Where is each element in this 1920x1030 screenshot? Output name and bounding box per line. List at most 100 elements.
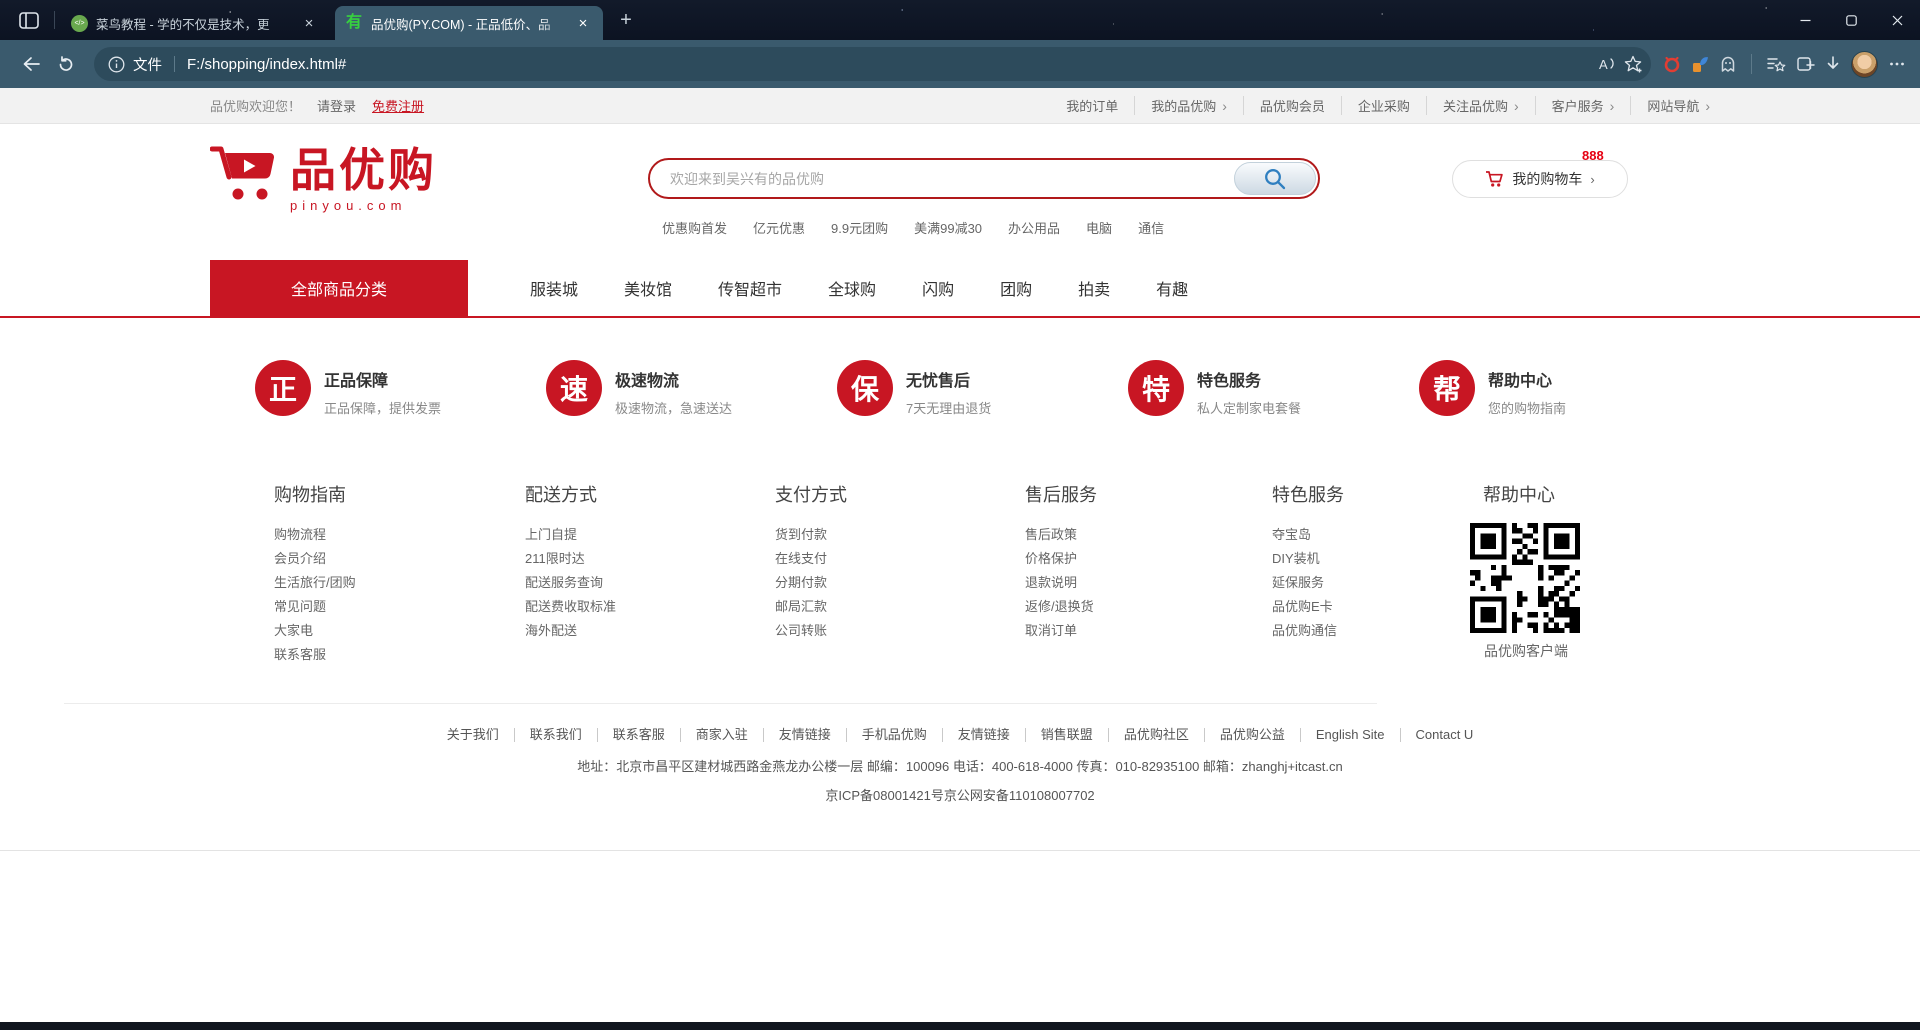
footer-link[interactable]: 取消订单 [1025,619,1272,643]
footer-address: 地址：北京市昌平区建材城西路金燕龙办公楼一层 邮编：100096 电话：400-… [0,756,1920,775]
footer-bottom-links: 关于我们 联系我们 联系客服 商家入驻 友情链接 手机品优购 友情链接 销售联盟… [0,728,1920,742]
footer-link[interactable]: 联系客服 [274,643,525,667]
tab-close-icon[interactable]: × [573,13,593,33]
footer-link[interactable]: 购物流程 [274,523,525,547]
footer-bottom-link[interactable]: 友情链接 [943,728,1026,742]
read-aloud-icon[interactable]: A [1596,55,1618,73]
footer-link[interactable]: 退款说明 [1025,571,1272,595]
footer-link[interactable]: 延保服务 [1272,571,1470,595]
footer-bottom-link[interactable]: Contact U [1401,728,1489,742]
footer-link[interactable]: 公司转账 [775,619,1025,643]
footer-bottom-link[interactable]: 联系客服 [598,728,681,742]
footer-bottom-link[interactable]: 销售联盟 [1026,728,1109,742]
topnav-customer-service[interactable]: 客户服务 [1536,96,1632,115]
toolbar-separator [1751,54,1752,74]
footer-bottom-link[interactable]: 手机品优购 [847,728,943,742]
settings-more-icon[interactable] [1888,55,1906,73]
service-badge-icon: 速 [546,360,602,416]
topnav-enterprise[interactable]: 企业采购 [1342,96,1427,115]
footer-link[interactable]: 返修/退换货 [1025,595,1272,619]
service-badge-icon: 帮 [1419,360,1475,416]
hot-link[interactable]: 优惠购首发 [662,218,727,237]
tab-close-icon[interactable]: × [299,13,319,33]
search-input[interactable] [668,170,1234,188]
footer-bottom-link[interactable]: 品优购公益 [1205,728,1301,742]
hot-link[interactable]: 美满99减30 [914,218,982,237]
footer-link[interactable]: 品优购通信 [1272,619,1470,643]
register-link[interactable]: 免费注册 [372,96,424,115]
page-info-icon[interactable] [108,56,125,73]
nav-item-auction[interactable]: 拍卖 [1078,276,1110,300]
topnav-my-orders[interactable]: 我的订单 [1050,96,1135,115]
topnav-site-map[interactable]: 网站导航 [1631,96,1710,115]
back-icon [22,56,40,72]
new-tab-button[interactable]: + [611,5,641,35]
hot-link[interactable]: 办公用品 [1008,218,1060,237]
refresh-button[interactable] [48,47,82,81]
site-logo[interactable]: 品优购 pinyou.com [210,142,437,213]
address-bar[interactable]: 文件 F:/shopping/index.html# A [94,47,1651,81]
footer-link[interactable]: 211限时达 [525,547,775,571]
footer-link[interactable]: 大家电 [274,619,525,643]
favorites-bar-icon[interactable] [1766,55,1786,73]
footer-link[interactable]: 分期付款 [775,571,1025,595]
close-window-button[interactable] [1874,0,1920,40]
extension-monkey-icon[interactable] [1719,55,1737,73]
add-favorite-star-icon[interactable] [1624,55,1643,73]
footer-link[interactable]: 上门自提 [525,523,775,547]
hot-link[interactable]: 通信 [1138,218,1164,237]
topnav-my-pinyougou[interactable]: 我的品优购 [1135,96,1244,115]
footer-link[interactable]: 价格保护 [1025,547,1272,571]
footer-link[interactable]: 海外配送 [525,619,775,643]
footer-link[interactable]: 配送费收取标准 [525,595,775,619]
chevron-down-icon [1699,98,1710,114]
footer-link[interactable]: 售后政策 [1025,523,1272,547]
footer-bottom-link[interactable]: 关于我们 [432,728,515,742]
profile-avatar[interactable] [1851,51,1878,78]
footer-bottom-link[interactable]: 商家入驻 [681,728,764,742]
footer-bottom-link[interactable]: 联系我们 [515,728,598,742]
footer-link[interactable]: 货到付款 [775,523,1025,547]
footer-link[interactable]: 夺宝岛 [1272,523,1470,547]
back-button[interactable] [14,47,48,81]
site-footer: 正 正品保障 正品保障，提供发票 速 极速物流 极速物流，急速送达 保 无忧售后… [0,318,1920,851]
footer-link[interactable]: 常见问题 [274,595,525,619]
nav-item-fun[interactable]: 有趣 [1156,276,1188,300]
login-link[interactable]: 请登录 [317,96,356,115]
url-text[interactable]: F:/shopping/index.html# [187,56,346,73]
downloads-icon[interactable] [1825,55,1841,73]
footer-link[interactable]: 品优购E卡 [1272,595,1470,619]
footer-link[interactable]: DIY装机 [1272,547,1470,571]
footer-link[interactable]: 生活旅行/团购 [274,571,525,595]
extension-translate-icon[interactable] [1691,55,1709,73]
topnav-member[interactable]: 品优购会员 [1244,96,1342,115]
collections-icon[interactable] [1796,55,1815,73]
search-button[interactable] [1234,162,1316,195]
hot-link[interactable]: 电脑 [1086,218,1112,237]
tab-runoob[interactable]: </> 菜鸟教程 - 学的不仅是技术，更 × [61,6,329,40]
cart-button[interactable]: 我的购物车 › [1452,160,1628,198]
footer-link[interactable]: 邮局汇款 [775,595,1025,619]
nav-item-flash-sale[interactable]: 闪购 [922,276,954,300]
nav-item-group-buy[interactable]: 团购 [1000,276,1032,300]
tab-workspaces-button[interactable] [14,7,44,33]
extension-red-ring-icon[interactable] [1663,55,1681,73]
footer-bottom-link[interactable]: English Site [1301,728,1401,742]
hot-link[interactable]: 亿元优惠 [753,218,805,237]
window-controls [1782,0,1920,40]
all-categories-button[interactable]: 全部商品分类 [210,260,468,316]
hot-link[interactable]: 9.9元团购 [831,218,888,237]
nav-item-beauty[interactable]: 美妆馆 [624,276,672,300]
tab-pinyougou-active[interactable]: 有 品优购(PY.COM) - 正品低价、品 × [335,6,603,40]
nav-item-global[interactable]: 全球购 [828,276,876,300]
topnav-follow[interactable]: 关注品优购 [1427,96,1536,115]
minimize-button[interactable] [1782,0,1828,40]
nav-item-supermarket[interactable]: 传智超市 [718,276,782,300]
nav-item-clothing[interactable]: 服装城 [530,276,578,300]
footer-link[interactable]: 在线支付 [775,547,1025,571]
maximize-button[interactable] [1828,0,1874,40]
footer-bottom-link[interactable]: 品优购社区 [1109,728,1205,742]
footer-link[interactable]: 配送服务查询 [525,571,775,595]
footer-bottom-link[interactable]: 友情链接 [764,728,847,742]
footer-link[interactable]: 会员介绍 [274,547,525,571]
